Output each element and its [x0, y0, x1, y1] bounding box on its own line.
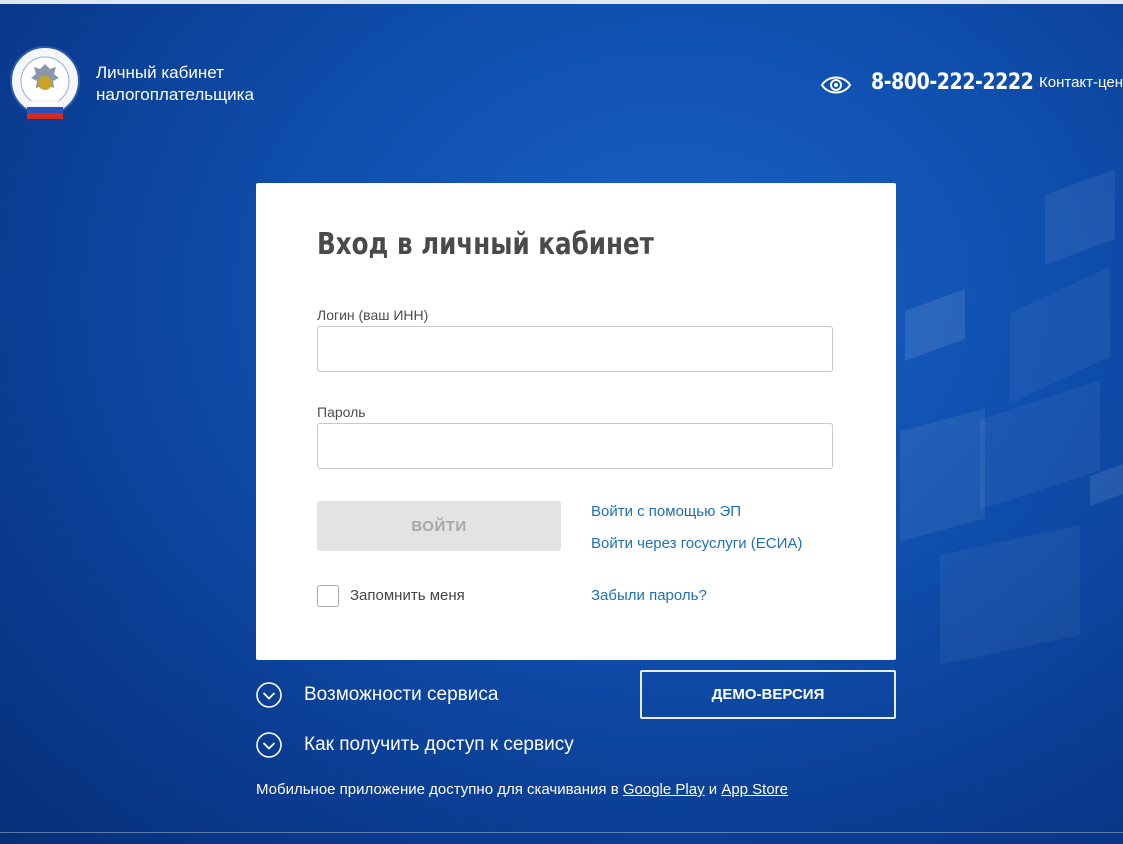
app-store-link[interactable]: App Store	[721, 781, 788, 798]
top-border	[0, 0, 1123, 4]
google-play-link[interactable]: Google Play	[623, 781, 705, 798]
password-label: Пароль	[317, 404, 366, 420]
remember-me-label[interactable]: Запомнить меня	[350, 587, 465, 604]
demo-version-button[interactable]: ДЕМО-ВЕРСИЯ	[640, 670, 896, 719]
login-button[interactable]: ВОЙТИ	[317, 501, 561, 551]
login-input[interactable]	[317, 326, 833, 372]
login-label: Логин (ваш ИНН)	[317, 307, 429, 323]
brand-line-2: налогоплательщика	[96, 85, 254, 104]
contact-center-link[interactable]: Контакт-центр	[1039, 74, 1123, 91]
accessibility-eye-icon[interactable]	[820, 72, 852, 98]
brand-line-1: Личный кабинет	[96, 63, 224, 82]
access-label: Как получить доступ к сервису	[304, 734, 574, 755]
brand-title[interactable]: Личный кабинет налогоплательщика	[96, 62, 254, 106]
password-input[interactable]	[317, 423, 833, 469]
mobile-app-notice: Мобильное приложение доступно для скачив…	[256, 781, 788, 798]
login-with-ep-link[interactable]: Войти с помощью ЭП	[591, 503, 741, 520]
background-decoration	[905, 289, 965, 361]
chevron-down-icon	[256, 682, 282, 708]
phone-number[interactable]: 8-800-222-2222	[871, 70, 1034, 95]
features-expander[interactable]: Возможности сервиса	[256, 680, 498, 710]
login-title: Вход в личный кабинет	[317, 227, 654, 262]
background-decoration	[1045, 169, 1115, 265]
fns-emblem-icon	[10, 46, 80, 119]
background-decoration	[980, 380, 1100, 510]
features-label: Возможности сервиса	[304, 684, 499, 705]
background-decoration	[900, 408, 985, 542]
remember-me-checkbox[interactable]	[317, 585, 339, 607]
chevron-down-icon	[256, 732, 282, 758]
login-card: Вход в личный кабинет Логин (ваш ИНН) Па…	[256, 183, 896, 660]
forgot-password-link[interactable]: Забыли пароль?	[591, 587, 707, 604]
and-text: и	[708, 781, 718, 798]
footer-divider	[0, 832, 1123, 833]
background-decoration	[940, 525, 1080, 665]
login-with-esia-link[interactable]: Войти через госуслуги (ЕСИА)	[591, 535, 802, 552]
access-expander[interactable]: Как получить доступ к сервису	[256, 730, 574, 760]
fns-logo[interactable]	[10, 46, 80, 122]
mobile-app-text: Мобильное приложение доступно для скачив…	[256, 781, 619, 798]
